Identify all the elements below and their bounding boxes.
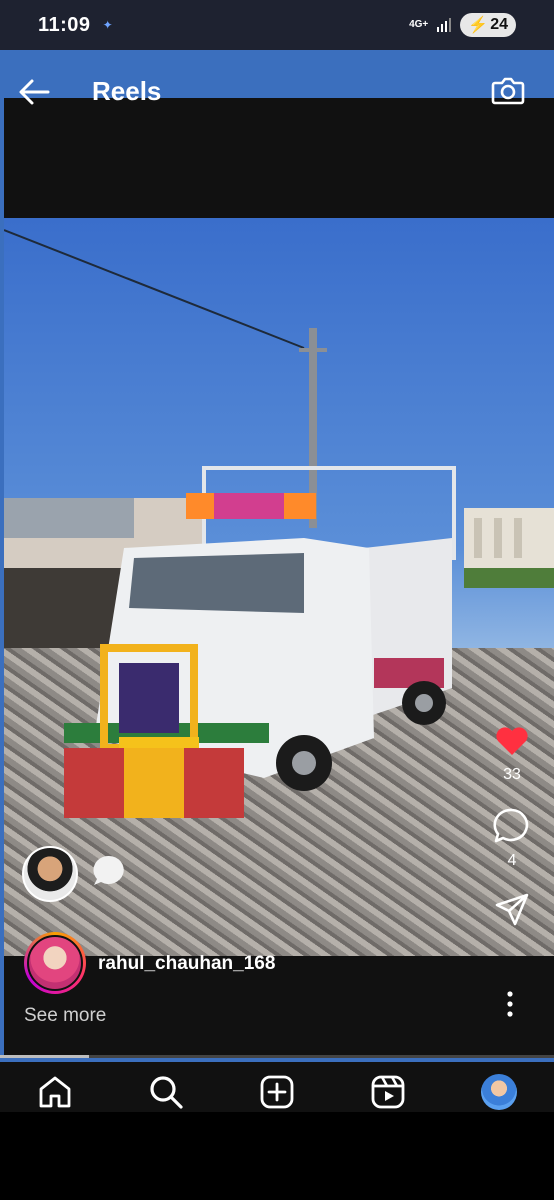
profile-avatar (481, 1074, 517, 1110)
reel-actions: 33 4 (490, 720, 534, 928)
reels-header: Reels (0, 50, 554, 134)
nav-home[interactable] (35, 1072, 75, 1112)
author-username[interactable]: rahul_chauhan_168 (98, 953, 275, 975)
nav-profile[interactable] (479, 1072, 519, 1112)
status-time: 11:09 (38, 13, 91, 36)
comment-count[interactable]: 4 (508, 852, 517, 870)
share-icon[interactable] (494, 892, 530, 928)
camera-icon[interactable] (488, 70, 528, 110)
author-avatar[interactable] (24, 932, 86, 994)
home-icon (39, 1076, 71, 1108)
bottom-navigation (0, 1062, 554, 1112)
author-photo (27, 935, 83, 991)
back-arrow-icon[interactable] (14, 72, 54, 112)
system-navigation-area (0, 1112, 554, 1200)
nav-search[interactable] (146, 1072, 186, 1112)
more-options-icon[interactable] (500, 990, 520, 1018)
nav-reels[interactable] (368, 1072, 408, 1112)
page-title: Reels (92, 76, 162, 106)
create-icon (260, 1075, 294, 1109)
status-bar: 11:09 ✦ 4G+ ⚡ 24 (0, 0, 554, 50)
battery-indicator: ⚡ 24 (460, 13, 516, 37)
see-more-link[interactable]: See more (24, 1005, 106, 1027)
heart-icon[interactable] (492, 720, 532, 760)
search-icon (150, 1076, 183, 1109)
nav-create[interactable] (257, 1072, 297, 1112)
network-label: 4G+ (409, 19, 429, 30)
photo-truck (64, 466, 456, 818)
reel-progress-bar[interactable] (0, 1055, 554, 1058)
like-count[interactable]: 33 (503, 766, 521, 784)
reel-video[interactable] (0, 50, 554, 1062)
comment-preview-bubble-icon[interactable] (92, 854, 126, 888)
status-indicators: 4G+ ⚡ 24 (409, 13, 516, 37)
comment-icon[interactable] (492, 806, 532, 846)
notification-dot-icon: ✦ (102, 18, 113, 32)
reel-progress-fill (0, 1055, 89, 1058)
signal-icon (437, 18, 452, 32)
reel-photo (4, 218, 554, 956)
reels-icon (371, 1075, 405, 1109)
battery-level: 24 (490, 16, 508, 33)
battery-charging-icon: ⚡ (468, 17, 489, 34)
commenter-avatar[interactable] (22, 846, 78, 902)
